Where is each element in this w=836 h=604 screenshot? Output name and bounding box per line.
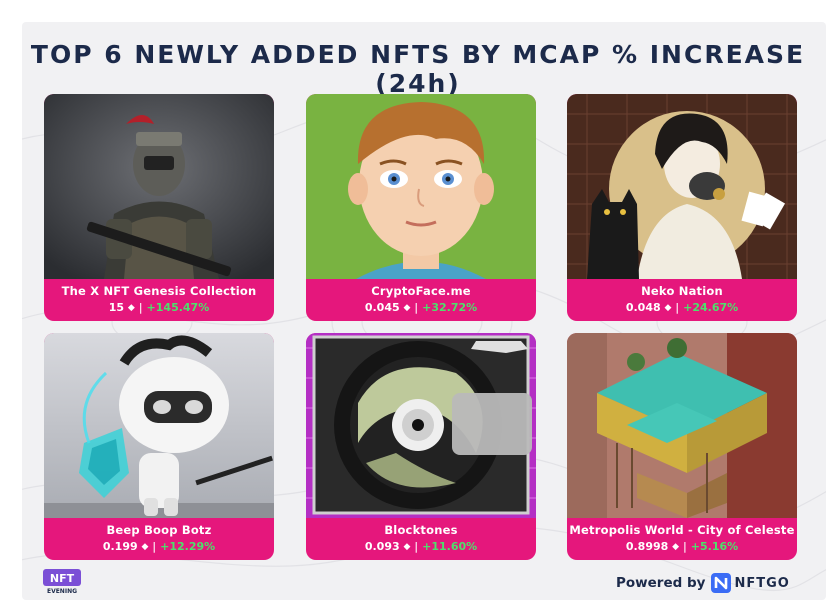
- collection-stats: 15 ◆ | +145.47%: [44, 301, 274, 314]
- nft-card-label: CryptoFace.me 0.045 ◆ | +32.72%: [306, 279, 536, 321]
- mcap-change: +145.47%: [146, 301, 210, 314]
- collection-stats: 0.8998 ◆ | +5.16%: [567, 540, 797, 553]
- separator: |: [152, 540, 157, 553]
- nft-card-label: The X NFT Genesis Collection 15 ◆ | +145…: [44, 279, 274, 321]
- floor-price: 0.199: [102, 540, 138, 553]
- collection-name: Blocktones: [384, 523, 458, 537]
- collection-name: Metropolis World - City of Celeste: [569, 523, 795, 537]
- mcap-change: +5.16%: [690, 540, 739, 553]
- nft-card-neko-nation[interactable]: Neko Nation 0.048 ◆ | +24.67%: [567, 94, 797, 321]
- eth-icon: ◆: [664, 303, 672, 313]
- svg-text:EVENING: EVENING: [47, 588, 77, 594]
- separator: |: [414, 540, 419, 553]
- floor-price: 0.093: [364, 540, 400, 553]
- eth-icon: ◆: [403, 542, 411, 552]
- powered-by: Powered by NFTGO: [616, 572, 790, 594]
- nft-card-label: Metropolis World - City of Celeste 0.899…: [567, 518, 797, 560]
- nft-card-metropolis-world[interactable]: Metropolis World - City of Celeste 0.899…: [567, 333, 797, 560]
- mcap-change: +32.72%: [422, 301, 478, 314]
- mcap-change: +24.67%: [683, 301, 739, 314]
- floor-price: 0.8998: [625, 540, 669, 553]
- robot-with-shield-image: [44, 333, 274, 518]
- collection-stats: 0.048 ◆ | +24.67%: [567, 301, 797, 314]
- nft-card-the-x[interactable]: The X NFT Genesis Collection 15 ◆ | +145…: [44, 94, 274, 321]
- powered-by-text: Powered by: [616, 575, 706, 591]
- collection-stats: 0.199 ◆ | +12.29%: [44, 540, 274, 553]
- separator: |: [138, 301, 143, 314]
- vinyl-disc-image: [306, 333, 536, 518]
- eth-icon: ◆: [127, 303, 135, 313]
- page-title: TOP 6 NEWLY ADDED NFTS BY MCAP % INCREAS…: [30, 40, 806, 98]
- armored-soldier-image: [44, 94, 274, 279]
- eth-icon: ◆: [403, 303, 411, 313]
- nft-card-label: Beep Boop Botz 0.199 ◆ | +12.29%: [44, 518, 274, 560]
- separator: |: [682, 540, 687, 553]
- separator: |: [414, 301, 419, 314]
- cartoon-boy-face-image: [306, 94, 536, 279]
- floor-price: 0.045: [364, 301, 400, 314]
- nft-card-label: Neko Nation 0.048 ◆ | +24.67%: [567, 279, 797, 321]
- mcap-change: +11.60%: [422, 540, 478, 553]
- collection-name: Beep Boop Botz: [106, 523, 212, 537]
- collection-name: The X NFT Genesis Collection: [61, 284, 257, 298]
- nft-card-cryptoface[interactable]: CryptoFace.me 0.045 ◆ | +32.72%: [306, 94, 536, 321]
- collection-stats: 0.093 ◆ | +11.60%: [306, 540, 536, 553]
- nft-card-label: Blocktones 0.093 ◆ | +11.60%: [306, 518, 536, 560]
- collection-name: Neko Nation: [641, 284, 723, 298]
- collection-name: CryptoFace.me: [371, 284, 471, 298]
- eth-icon: ◆: [141, 542, 149, 552]
- isometric-building-image: [567, 333, 797, 518]
- eth-icon: ◆: [672, 542, 680, 552]
- nft-evening-logo[interactable]: NFT EVENING: [42, 568, 82, 594]
- partner-name: NFTGO: [734, 575, 790, 591]
- mcap-change: +12.29%: [160, 540, 216, 553]
- nftgo-logo-icon: [711, 573, 732, 593]
- svg-text:NFT: NFT: [50, 572, 75, 585]
- nft-card-beep-boop-botz[interactable]: Beep Boop Botz 0.199 ◆ | +12.29%: [44, 333, 274, 560]
- masked-figure-with-cat-image: [567, 94, 797, 279]
- floor-price: 0.048: [625, 301, 661, 314]
- floor-price: 15: [108, 301, 125, 314]
- nft-card-blocktones[interactable]: Blocktones 0.093 ◆ | +11.60%: [306, 333, 536, 560]
- separator: |: [675, 301, 680, 314]
- collection-stats: 0.045 ◆ | +32.72%: [306, 301, 536, 314]
